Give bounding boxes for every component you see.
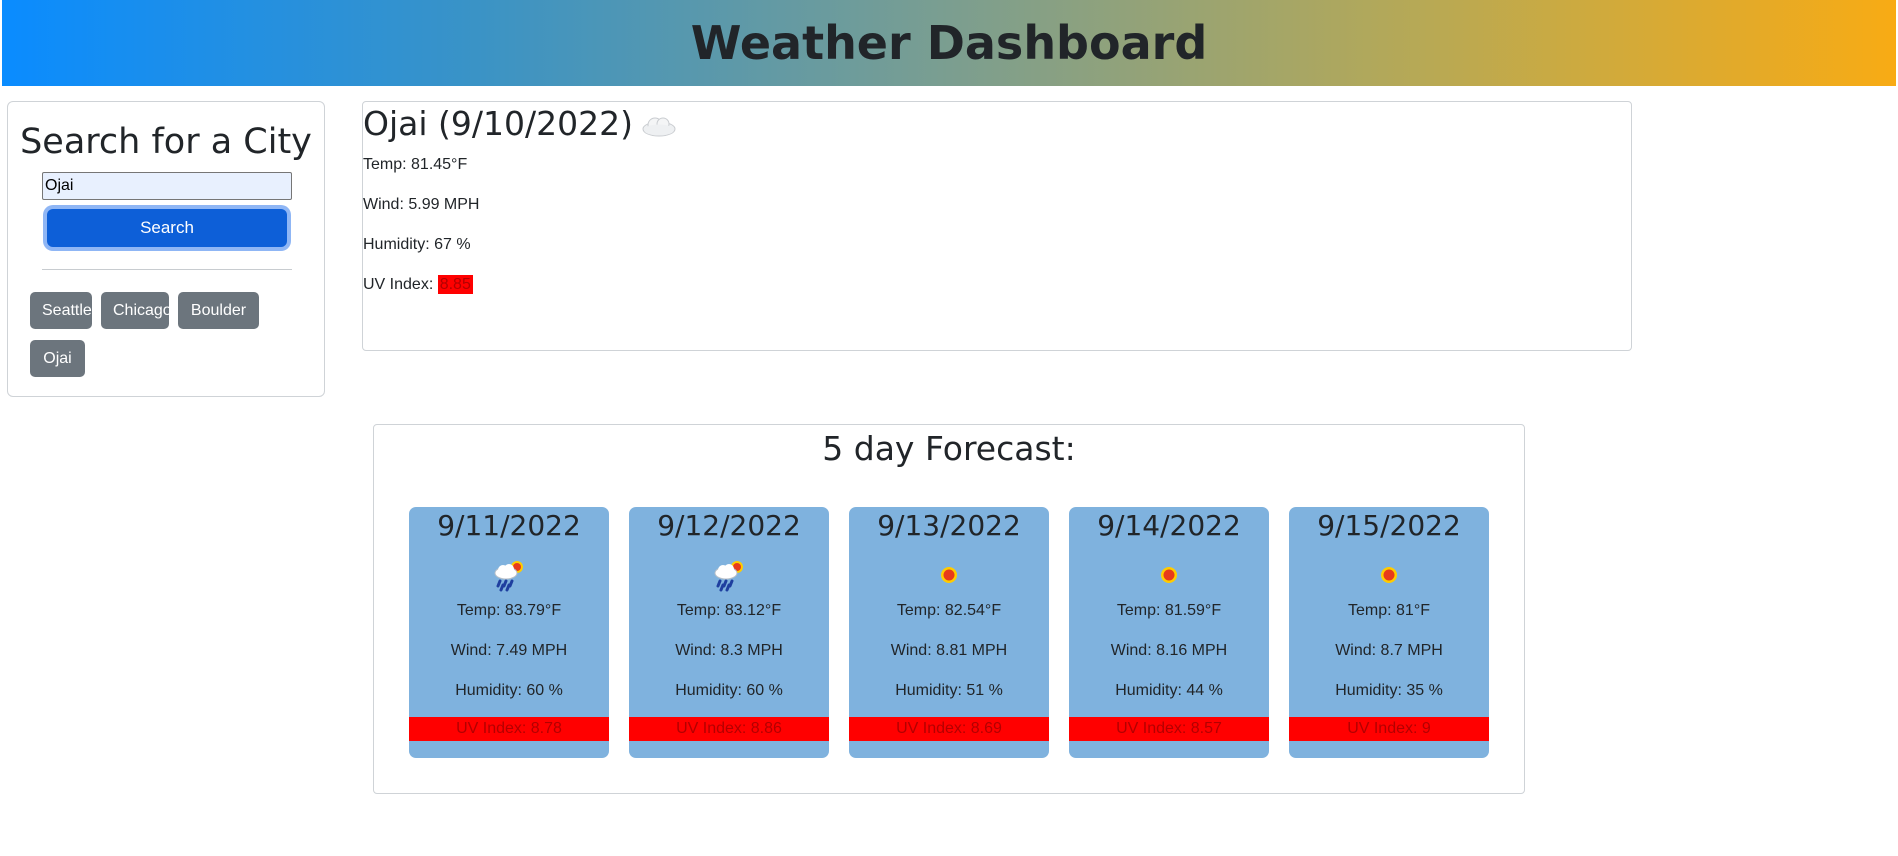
search-panel: Search for a City Search Seattle Chicago…	[7, 101, 325, 397]
page-title: Weather Dashboard	[690, 16, 1208, 70]
divider	[42, 269, 292, 270]
forecast-humidity: Humidity: 51 %	[895, 682, 1003, 699]
forecast-day-card: 9/13/2022 Temp: 82.54°F Wind: 8.81 MPH H…	[849, 507, 1049, 758]
forecast-uv-index: UV Index: 9	[1289, 717, 1489, 741]
history-button-chicago[interactable]: Chicago	[101, 292, 172, 329]
page-header: Weather Dashboard	[2, 0, 1896, 86]
current-temp: Temp: 81.45°F	[363, 156, 468, 173]
forecast-temp: Temp: 82.54°F	[896, 602, 1002, 619]
forecast-date: 9/12/2022	[657, 509, 801, 542]
search-title: Search for a City	[20, 122, 312, 162]
cloud-icon	[641, 106, 677, 145]
forecast-day-card: 9/14/2022 Temp: 81.59°F Wind: 8.16 MPH H…	[1069, 507, 1269, 758]
sun-icon	[931, 557, 967, 593]
current-city-date-text: Ojai (9/10/2022)	[363, 104, 633, 143]
sun-icon	[1371, 557, 1407, 593]
forecast-humidity: Humidity: 35 %	[1335, 682, 1443, 699]
forecast-humidity: Humidity: 60 %	[455, 682, 563, 699]
sun-icon	[1151, 557, 1187, 593]
history-button-ojai[interactable]: Ojai	[30, 340, 85, 377]
uv-index-label: UV Index:	[363, 276, 438, 293]
current-humidity: Humidity: 67 %	[363, 236, 471, 253]
forecast-wind: Wind: 8.3 MPH	[675, 642, 783, 659]
forecast-uv-index: UV Index: 8.78	[409, 717, 609, 741]
forecast-title: 5 day Forecast:	[822, 429, 1076, 468]
forecast-date: 9/11/2022	[437, 509, 581, 542]
forecast-humidity: Humidity: 60 %	[675, 682, 783, 699]
current-uv-index: UV Index: 8.85	[363, 275, 473, 294]
forecast-date: 9/15/2022	[1317, 509, 1461, 542]
forecast-wind: Wind: 8.7 MPH	[1335, 642, 1443, 659]
forecast-uv-index: UV Index: 8.57	[1069, 717, 1269, 741]
forecast-day-card: 9/11/2022 Temp: 83.79°F Wind: 7.49 MPH H…	[409, 507, 609, 758]
current-city-date: Ojai (9/10/2022)	[363, 104, 677, 145]
forecast-wind: Wind: 8.16 MPH	[1110, 642, 1228, 659]
current-weather-panel: Ojai (9/10/2022) Temp: 81.45°F Wind: 5.9…	[362, 101, 1632, 351]
forecast-panel: 5 day Forecast: 9/11/2022 Temp: 83.79°F …	[373, 424, 1525, 794]
history-button-seattle[interactable]: Seattle	[30, 292, 92, 329]
forecast-temp: Temp: 83.12°F	[676, 602, 782, 619]
forecast-humidity: Humidity: 44 %	[1115, 682, 1223, 699]
history-button-boulder[interactable]: Boulder	[178, 292, 259, 329]
forecast-temp: Temp: 81°F	[1348, 602, 1430, 619]
current-wind: Wind: 5.99 MPH	[363, 196, 480, 213]
forecast-uv-index: UV Index: 8.69	[849, 717, 1049, 741]
forecast-temp: Temp: 83.79°F	[456, 602, 562, 619]
forecast-date: 9/14/2022	[1097, 509, 1241, 542]
forecast-date: 9/13/2022	[877, 509, 1021, 542]
search-button[interactable]: Search	[47, 209, 287, 247]
forecast-wind: Wind: 7.49 MPH	[450, 642, 568, 659]
forecast-day-card: 9/15/2022 Temp: 81°F Wind: 8.7 MPH Humid…	[1289, 507, 1489, 758]
forecast-uv-index: UV Index: 8.86	[629, 717, 829, 741]
rain-sun-icon	[491, 557, 527, 593]
uv-index-badge: 8.85	[437, 275, 473, 294]
forecast-temp: Temp: 81.59°F	[1116, 602, 1222, 619]
forecast-day-card: 9/12/2022 Temp: 83.12°F Wind: 8.3 MPH Hu…	[629, 507, 829, 758]
rain-sun-icon	[711, 557, 747, 593]
city-search-input[interactable]	[42, 172, 292, 200]
forecast-wind: Wind: 8.81 MPH	[890, 642, 1008, 659]
